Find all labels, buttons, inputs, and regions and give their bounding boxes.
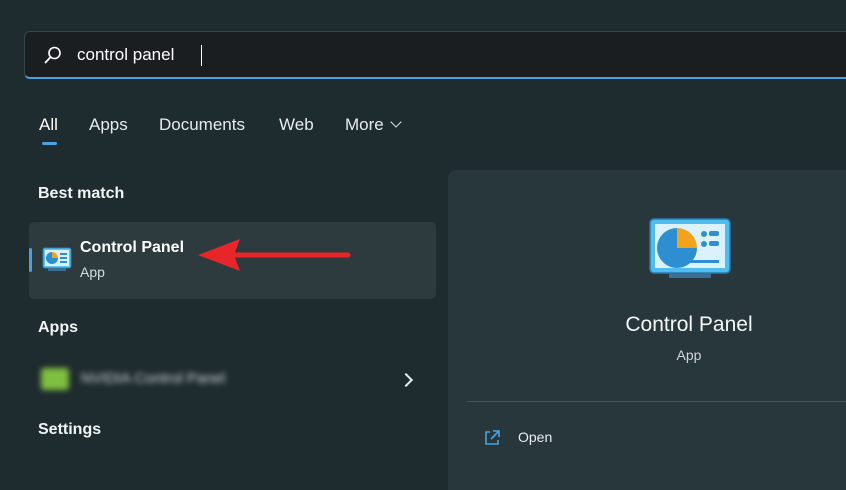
- section-apps: Apps: [38, 319, 78, 336]
- section-best-match: Best match: [38, 185, 125, 202]
- tab-more-label: More: [345, 115, 384, 134]
- detail-pane: Control Panel App Open: [448, 170, 846, 490]
- tab-all[interactable]: All: [39, 115, 58, 135]
- best-match-subtitle: App: [80, 264, 105, 280]
- selection-indicator: [29, 248, 32, 272]
- section-settings: Settings: [38, 421, 102, 438]
- red-arrow-annotation-icon: [198, 239, 351, 271]
- control-panel-large-icon: [649, 218, 731, 278]
- detail-subtitle: App: [676, 347, 702, 363]
- best-match-title: Control Panel: [80, 239, 185, 256]
- search-input[interactable]: [77, 41, 677, 69]
- tab-web[interactable]: Web: [279, 115, 314, 135]
- active-tab-indicator: [42, 142, 57, 145]
- app-result-nvidia[interactable]: NVIDIA Control Panel: [29, 356, 436, 402]
- chevron-right-icon[interactable]: [398, 372, 414, 388]
- nvidia-icon: [41, 368, 69, 390]
- open-label: Open: [518, 429, 553, 445]
- text-caret: [201, 45, 202, 66]
- app-result-label: NVIDIA Control Panel: [81, 370, 226, 387]
- tab-documents[interactable]: Documents: [159, 115, 245, 135]
- chevron-down-icon: [390, 116, 402, 128]
- tab-more[interactable]: More: [345, 115, 402, 135]
- control-panel-icon: [42, 247, 72, 271]
- detail-divider: [467, 401, 846, 402]
- open-external-icon: [485, 430, 500, 445]
- search-icon: [44, 46, 61, 64]
- detail-title: Control Panel: [625, 313, 753, 336]
- tab-apps[interactable]: Apps: [89, 115, 128, 135]
- search-box[interactable]: [24, 31, 846, 79]
